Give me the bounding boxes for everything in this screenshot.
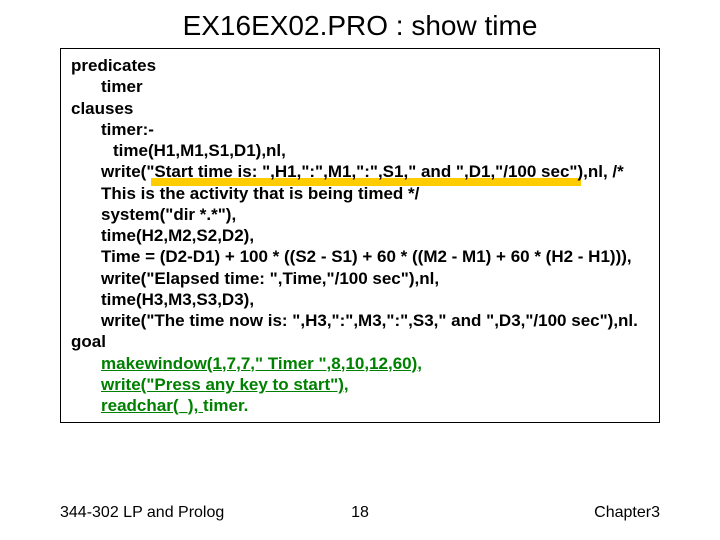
slide: EX16EX02.PRO : show time predicates time… [0, 0, 720, 540]
code-line: write("Elapsed time: ",Time,"/100 sec"),… [71, 268, 649, 289]
code-line: timer [71, 76, 649, 97]
code-line: time(H2,M2,S2,D2), [71, 225, 649, 246]
code-line: timer:- [71, 119, 649, 140]
code-line: Time = (D2-D1) + 100 * ((S2 - S1) + 60 *… [71, 246, 649, 267]
code-line: makewindow(1,7,7," Timer ",8,10,12,60), [71, 353, 649, 374]
code-line: system("dir *.*"), [71, 204, 649, 225]
footer: 344-302 LP and Prolog 18 Chapter3 [60, 504, 660, 522]
code-keyword-makewindow: makewindow(1,7,7," Timer ",8,10,12,60), [101, 354, 422, 373]
code-box: predicates timer clauses timer:- time(H1… [60, 48, 660, 423]
code-line: clauses [71, 98, 649, 119]
footer-right: Chapter3 [460, 504, 660, 522]
code-keyword-write: write("Press any key to start"), [101, 375, 349, 394]
code-line: readchar(_), timer. [71, 395, 649, 416]
page-title: EX16EX02.PRO : show time [0, 10, 720, 42]
code-line: predicates [71, 55, 649, 76]
code-line: goal [71, 331, 649, 352]
code-line: write("The time now is: ",H3,":",M3,":",… [71, 310, 649, 331]
code-line: write("Start time is: ",H1,":",M1,":",S1… [71, 161, 649, 204]
footer-page-number: 18 [260, 504, 460, 522]
code-line: time(H1,M1,S1,D1),nl, [71, 140, 649, 161]
code-keyword-timer: timer. [203, 396, 248, 415]
code-keyword-readchar: readchar(_), [101, 396, 203, 415]
code-line: write("Press any key to start"), [71, 374, 649, 395]
code-line: time(H3,M3,S3,D3), [71, 289, 649, 310]
footer-left: 344-302 LP and Prolog [60, 504, 260, 522]
